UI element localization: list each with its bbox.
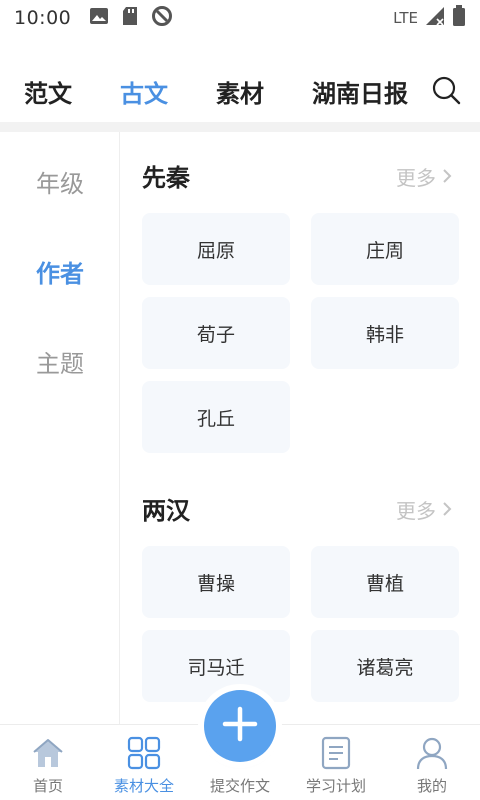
status-time: 10:00 <box>14 7 72 29</box>
sd-card-icon <box>121 6 139 30</box>
author-card[interactable]: 孔丘 <box>142 381 290 453</box>
bottom-nav-label: 素材大全 <box>113 777 174 795</box>
more-label: 更多 <box>396 166 436 190</box>
tab-sucai[interactable]: 素材 <box>216 74 264 109</box>
network-type: LTE <box>393 9 418 27</box>
signal-icon <box>424 6 446 30</box>
tab-fanwen[interactable]: 范文 <box>24 74 72 109</box>
plan-icon <box>318 735 354 771</box>
section-divider <box>0 122 480 132</box>
search-button[interactable] <box>430 74 462 106</box>
bottom-nav-label: 我的 <box>416 777 447 795</box>
author-card[interactable]: 韩非 <box>311 297 459 369</box>
bottom-nav-label: 学习计划 <box>305 777 366 795</box>
author-card[interactable]: 曹操 <box>142 546 290 618</box>
nav-item-theme[interactable]: 主题 <box>0 344 120 379</box>
section-title-xianqin: 先秦 <box>142 164 190 192</box>
section-title-lianghan: 两汉 <box>142 497 190 525</box>
bottom-nav-label: 提交作文 <box>209 777 270 795</box>
chevron-right-icon <box>442 498 452 522</box>
image-icon <box>89 7 109 29</box>
more-link-xianqin[interactable]: 更多 <box>396 162 452 191</box>
more-link-lianghan[interactable]: 更多 <box>396 495 452 524</box>
tab-guwen[interactable]: 古文 <box>120 74 168 109</box>
author-card[interactable]: 屈原 <box>142 213 290 285</box>
author-card[interactable]: 曹植 <box>311 546 459 618</box>
chevron-right-icon <box>442 165 452 189</box>
author-card[interactable]: 司马迁 <box>142 630 290 702</box>
bottom-nav-home[interactable]: 首页 <box>0 725 96 800</box>
top-tab-bar: 范文 古文 素材 湖南日报 <box>0 60 480 120</box>
add-icon <box>220 704 260 748</box>
author-card[interactable]: 荀子 <box>142 297 290 369</box>
nav-item-grade[interactable]: 年级 <box>0 164 120 199</box>
bottom-nav-label: 首页 <box>32 777 63 795</box>
bottom-nav-plan[interactable]: 学习计划 <box>288 725 384 800</box>
submit-essay-button[interactable] <box>204 690 276 762</box>
more-label: 更多 <box>396 499 436 523</box>
grid-icon <box>126 735 162 771</box>
author-card[interactable]: 诸葛亮 <box>311 630 459 702</box>
author-card[interactable]: 庄周 <box>311 213 459 285</box>
bottom-nav-materials[interactable]: 素材大全 <box>96 725 192 800</box>
nav-item-author[interactable]: 作者 <box>0 254 120 289</box>
author-list: 先秦 更多 屈原 庄周 荀子 韩非 孔丘 两汉 更多 曹操 曹植 司马迁 诸葛亮 <box>121 132 480 724</box>
status-bar: 10:00 LTE <box>0 0 480 36</box>
profile-icon <box>414 735 450 771</box>
home-icon <box>30 735 66 771</box>
battery-icon <box>452 5 466 31</box>
search-icon <box>430 76 462 110</box>
tab-hunan-daily[interactable]: 湖南日报 <box>312 74 408 109</box>
bottom-nav-profile[interactable]: 我的 <box>384 725 480 800</box>
data-saver-icon <box>151 5 173 31</box>
left-category-nav: 年级 作者 主题 <box>0 132 120 724</box>
